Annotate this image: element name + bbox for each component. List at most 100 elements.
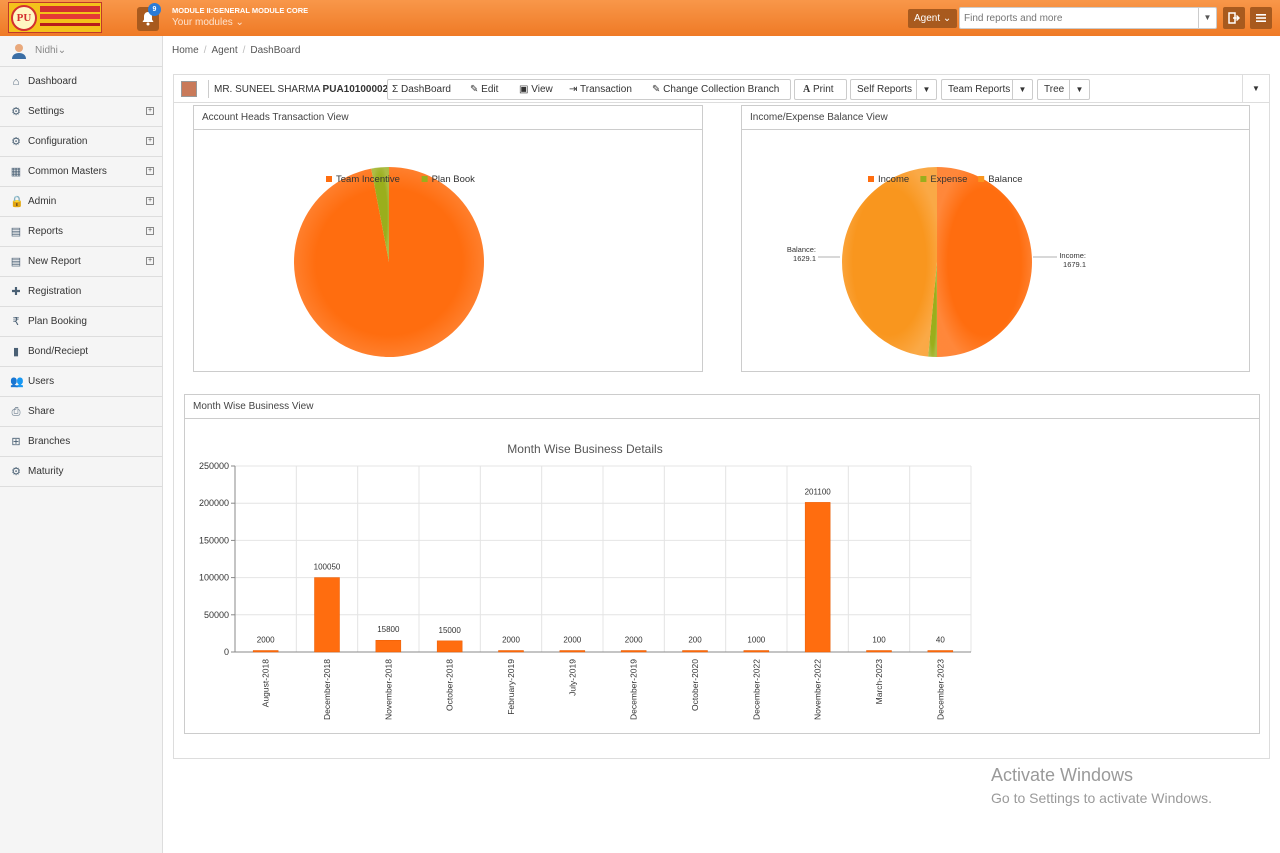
user-avatar-icon <box>12 44 26 59</box>
sidebar-item-bond-reciept[interactable]: ▮ Bond/Reciept <box>0 337 162 367</box>
customer-id: PUA10100002 <box>322 84 389 95</box>
sidebar-item-reports[interactable]: ▤ Reports + <box>0 217 162 247</box>
customer-photo <box>181 81 197 97</box>
sidebar-item-settings[interactable]: ⚙ Settings + <box>0 97 162 127</box>
document-icon: ▮ <box>12 346 20 358</box>
dropdown-arrow-icon: ▼ <box>1069 80 1089 99</box>
grid-icon: ▦ <box>10 166 22 178</box>
x-tick-label: July-2019 <box>567 659 577 696</box>
report-icon: ▤ <box>10 226 22 238</box>
notification-button[interactable]: 9 <box>137 3 161 31</box>
income-expense-panel: Income/Expense Balance View Income Expens… <box>741 105 1250 372</box>
breadcrumb-agent[interactable]: Agent <box>211 45 237 56</box>
legend-item[interactable]: Income <box>868 174 909 185</box>
expand-icon[interactable]: + <box>146 197 154 205</box>
bar-data-label: 2000 <box>563 636 581 645</box>
sidebar-item-label: Reports <box>28 226 64 237</box>
legend-item[interactable]: Team Incentive <box>326 174 400 185</box>
bar[interactable] <box>314 577 340 653</box>
report-icon: ▤ <box>10 256 22 268</box>
agent-dropdown[interactable]: Agent ⌄ <box>908 9 958 28</box>
search-input[interactable] <box>960 8 1198 28</box>
x-tick-label: November-2018 <box>383 659 393 720</box>
windows-activation-watermark: Activate Windows Go to Settings to activ… <box>991 765 1212 806</box>
breadcrumb-home[interactable]: Home <box>172 45 199 56</box>
view-button[interactable]: ▣ View <box>515 80 563 99</box>
bar-data-label: 1000 <box>747 636 765 645</box>
sidebar-item-registration[interactable]: ✚ Registration <box>0 277 162 307</box>
bar[interactable] <box>804 502 831 653</box>
pie-slice-income[interactable] <box>937 167 1032 357</box>
sidebar-item-common-masters[interactable]: ▦ Common Masters + <box>0 157 162 187</box>
sidebar-item-users[interactable]: 👥 Users <box>0 367 162 397</box>
team-reports-dropdown[interactable]: Team Reports ▼ <box>941 79 1033 100</box>
menu-button[interactable] <box>1250 7 1272 29</box>
user-menu[interactable]: Nidhi⌄ <box>0 36 162 67</box>
bar[interactable] <box>498 650 524 653</box>
self-reports-dropdown[interactable]: Self Reports ▼ <box>850 79 937 100</box>
rupee-icon: ₹ <box>12 316 20 328</box>
sidebar-item-branches[interactable]: ⊞ Branches <box>0 427 162 457</box>
sidebar-item-dashboard[interactable]: ⌂ Dashboard <box>0 67 162 97</box>
sidebar-item-share[interactable]: ⎙ Share <box>0 397 162 427</box>
bar[interactable] <box>927 650 954 653</box>
x-tick-label: December-2019 <box>629 659 639 720</box>
account-heads-pie-chart: Team Incentive Plan Book <box>294 167 485 357</box>
logout-icon <box>1228 12 1240 24</box>
bar-data-label: 100 <box>872 636 886 645</box>
y-tick-label: 100000 <box>199 573 229 583</box>
bar[interactable] <box>252 650 279 653</box>
expand-icon[interactable]: + <box>146 167 154 175</box>
edit-button[interactable]: ✎ Edit <box>466 80 512 99</box>
y-tick-label: 200000 <box>199 498 229 508</box>
x-tick-label: December-2018 <box>322 659 332 720</box>
sidebar-item-admin[interactable]: 🔒 Admin + <box>0 187 162 217</box>
company-logo[interactable]: PU <box>8 2 102 33</box>
bar[interactable] <box>743 650 770 653</box>
panel-title: Month Wise Business View <box>185 395 1259 419</box>
bar[interactable] <box>682 650 708 653</box>
search-dropdown-icon[interactable]: ▼ <box>1198 8 1216 28</box>
dashboard-button[interactable]: Σ DashBoard <box>388 80 463 99</box>
change-collection-branch-button[interactable]: ✎ Change Collection Branch <box>648 80 788 99</box>
x-tick-label: February-2019 <box>506 659 516 715</box>
customer-name: MR. SUNEEL SHARMA PUA10100002 <box>214 84 389 95</box>
pie-slice-team-incentive[interactable] <box>294 167 485 357</box>
toolbar-toggle-button[interactable]: ▼ <box>1242 75 1269 103</box>
bar[interactable] <box>559 650 586 653</box>
sidebar-item-label: Plan Booking <box>28 316 87 327</box>
bar[interactable] <box>436 640 463 653</box>
bar[interactable] <box>375 639 402 653</box>
sidebar-item-maturity[interactable]: ⚙ Maturity <box>0 457 162 487</box>
customer-toolbar: MR. SUNEEL SHARMA PUA10100002 Σ DashBoar… <box>174 75 1269 103</box>
your-modules-dropdown[interactable]: Your modules ⌄ <box>172 17 244 28</box>
income-expense-pie-chart: Income Expense Balance Income: 1679.1 Balance… <box>787 167 1086 357</box>
pie-data-label: Balance: 1629.1 <box>787 245 816 263</box>
lock-icon: 🔒 <box>10 196 24 208</box>
expand-icon[interactable]: + <box>146 107 154 115</box>
sidebar-item-label: New Report <box>28 256 81 267</box>
transaction-button[interactable]: ⇥ Transaction <box>565 80 645 99</box>
users-icon: 👥 <box>10 376 24 388</box>
logout-button[interactable] <box>1223 7 1245 29</box>
pie-slice-balance[interactable] <box>841 167 937 357</box>
sidebar-item-new-report[interactable]: ▤ New Report + <box>0 247 162 277</box>
expand-icon[interactable]: + <box>146 257 154 265</box>
sidebar-item-label: Settings <box>28 106 65 117</box>
sidebar-item-plan-booking[interactable]: ₹ Plan Booking <box>0 307 162 337</box>
print-button[interactable]: A Print <box>794 79 847 100</box>
panel-title: Income/Expense Balance View <box>742 106 1249 130</box>
chart-title: Month Wise Business Details <box>507 442 662 456</box>
tree-dropdown[interactable]: Tree ▼ <box>1037 79 1090 100</box>
sigma-icon: Σ <box>392 84 399 95</box>
bar[interactable] <box>866 650 892 653</box>
pencil-icon: ✎ <box>470 84 479 95</box>
expand-icon[interactable]: + <box>146 227 154 235</box>
indent-icon: ⇥ <box>569 84 578 95</box>
bar[interactable] <box>620 650 647 653</box>
y-tick-label: 150000 <box>199 535 229 545</box>
gear-icon: ⚙ <box>11 466 21 478</box>
expand-icon[interactable]: + <box>146 137 154 145</box>
x-tick-label: October-2020 <box>690 659 700 711</box>
sidebar-item-configuration[interactable]: ⚙ Configuration + <box>0 127 162 157</box>
